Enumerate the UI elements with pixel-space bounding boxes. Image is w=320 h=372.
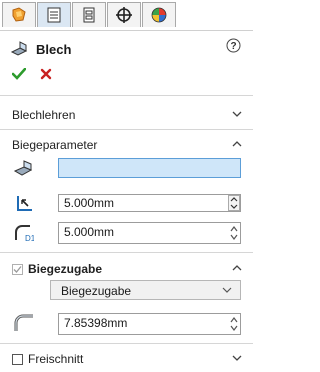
chevron-up-icon[interactable] [231, 139, 243, 149]
ok-checkmark-icon[interactable] [12, 68, 26, 80]
color-wheel-icon [151, 7, 167, 23]
panel-title-row: Blech [10, 40, 71, 58]
section-freischnitt-label: Freischnitt [28, 352, 84, 366]
bend-allowance-spinner[interactable] [228, 315, 240, 333]
section-biegeparameter-header[interactable]: Biegeparameter [0, 134, 253, 156]
section-blechlehren-header[interactable]: Blechlehren [0, 104, 253, 126]
help-icon[interactable]: ? [226, 38, 241, 56]
fixed-face-selection-box[interactable] [58, 158, 241, 178]
svg-text:?: ? [230, 41, 236, 52]
thickness-input[interactable]: 5.000mm [58, 194, 241, 212]
separator [0, 129, 253, 130]
bend-radius-spinner[interactable] [228, 224, 240, 242]
section-blechlehren-label: Blechlehren [12, 108, 76, 122]
bend-radius-icon: D1 [15, 225, 34, 243]
crosshair-icon [116, 7, 132, 23]
section-freischnitt-header[interactable]: Freischnitt [0, 348, 253, 370]
tab-display-manager[interactable] [142, 2, 176, 27]
panel-title: Blech [36, 41, 72, 57]
section-biegezugabe-label: Biegezugabe [28, 262, 103, 276]
chevron-down-icon[interactable] [231, 109, 243, 119]
separator [0, 252, 253, 253]
bend-allowance-icon [14, 314, 33, 331]
separator [0, 343, 253, 344]
bend-allowance-selected: Biegezugabe [61, 284, 132, 298]
confirm-row [12, 68, 52, 80]
section-biegezugabe-header[interactable]: Biegezugabe [0, 258, 253, 280]
thickness-spinner[interactable] [228, 195, 240, 211]
chevron-down-icon[interactable] [222, 286, 232, 294]
bend-allowance-dropdown[interactable]: Biegezugabe [50, 280, 241, 300]
chevron-up-icon[interactable] [231, 263, 243, 273]
property-manager-tabbar [0, 0, 253, 31]
feature-manager-icon [12, 7, 26, 22]
cancel-x-icon[interactable] [40, 68, 52, 80]
tab-dimxpert[interactable] [107, 2, 141, 27]
tab-property-manager[interactable] [37, 2, 71, 27]
separator [0, 95, 253, 96]
chevron-down-icon[interactable] [231, 353, 243, 363]
fixed-face-icon [13, 160, 33, 176]
spinner-arrows-icon[interactable] [228, 315, 240, 333]
spinner-arrows-icon[interactable] [228, 195, 240, 211]
bend-allowance-value: 7.85398mm [64, 316, 128, 330]
bend-radius-value: 5.000mm [64, 225, 115, 239]
freischnitt-checkbox[interactable] [12, 353, 23, 365]
thickness-value: 5.000mm [64, 196, 115, 210]
bend-radius-input[interactable]: 5.000mm [58, 222, 241, 244]
spinner-arrows-icon[interactable] [228, 224, 240, 242]
configuration-icon [83, 7, 95, 23]
tab-configuration-manager[interactable] [72, 2, 106, 27]
tab-feature-manager[interactable] [2, 2, 36, 27]
sheet-metal-icon [10, 41, 28, 56]
property-list-icon [47, 7, 61, 23]
section-biegeparameter-label: Biegeparameter [12, 138, 98, 152]
sheet-thickness-icon [17, 196, 32, 211]
bend-allowance-input[interactable]: 7.85398mm [58, 313, 241, 335]
checkmark-icon [13, 265, 22, 273]
svg-text:D1: D1 [25, 234, 34, 243]
biegezugabe-checkbox[interactable] [12, 263, 23, 275]
